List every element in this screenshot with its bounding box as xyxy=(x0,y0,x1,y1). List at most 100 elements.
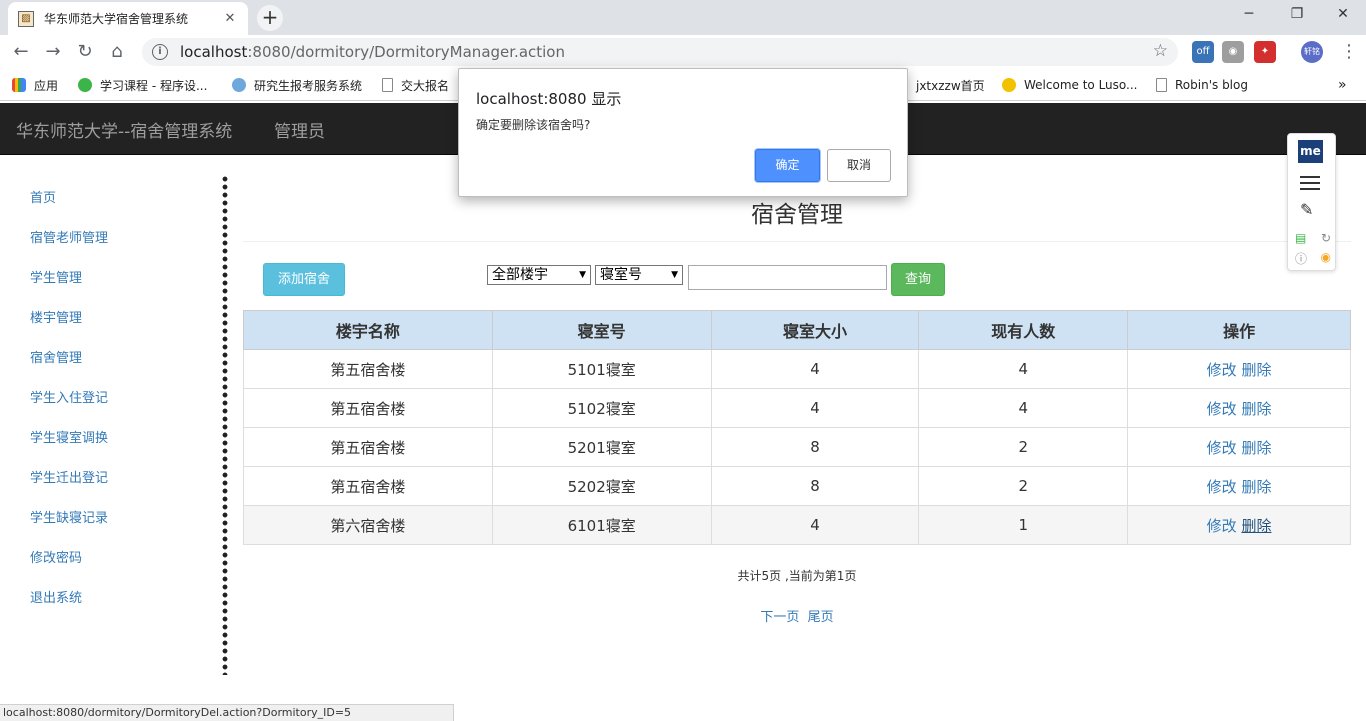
delete-link[interactable]: 删除 xyxy=(1241,361,1271,379)
site-info-icon[interactable]: i xyxy=(152,44,168,60)
header-building: 楼宇名称 xyxy=(243,310,493,350)
cast-icon[interactable]: ▤ xyxy=(1295,231,1306,245)
sidebar-item-room-change[interactable]: 学生寝室调换 xyxy=(30,427,108,446)
site-favicon-icon: ▨ xyxy=(18,10,34,27)
sidebar-item-logout[interactable]: 退出系统 xyxy=(30,587,82,606)
edit-link[interactable]: 修改 xyxy=(1207,478,1237,496)
sidebar-item-home[interactable]: 首页 xyxy=(30,187,56,206)
delete-link[interactable]: 删除 xyxy=(1241,439,1271,457)
cell-building: 第五宿舍楼 xyxy=(243,388,493,428)
building-select[interactable]: 全部楼宇 ▼ xyxy=(487,265,591,285)
bookmark-course[interactable]: 学习课程 - 程序设... xyxy=(78,76,207,94)
home-icon[interactable]: ⌂ xyxy=(104,40,130,64)
sidebar-item-checkout[interactable]: 学生迁出登记 xyxy=(30,467,108,486)
tab-close-icon[interactable]: ✕ xyxy=(222,11,238,26)
sidebar-item-dorm-teacher[interactable]: 宿管老师管理 xyxy=(30,227,108,246)
bookmark-jxtxzzw[interactable]: jxtxzzw首页 xyxy=(900,76,985,94)
edit-link[interactable]: 修改 xyxy=(1207,361,1237,379)
delete-link[interactable]: 删除 xyxy=(1241,478,1271,496)
query-button[interactable]: 查询 xyxy=(891,263,945,296)
cell-actions: 修改 删除 xyxy=(1127,505,1351,545)
cell-actions: 修改 删除 xyxy=(1127,388,1351,428)
minimize-icon[interactable]: ─ xyxy=(1226,0,1272,30)
camera-extension-icon[interactable]: ◉ xyxy=(1222,41,1244,63)
cell-current: 4 xyxy=(918,349,1129,389)
cell-current: 1 xyxy=(918,505,1129,545)
eye-icon[interactable]: ◉ xyxy=(1321,250,1331,267)
pager: 下一页 尾页 xyxy=(243,606,1351,625)
delete-link[interactable]: 删除 xyxy=(1241,517,1271,535)
pdf-extension-icon[interactable]: ✦ xyxy=(1254,41,1276,63)
bookmark-star-icon[interactable]: ☆ xyxy=(1153,41,1168,61)
bookmarks-overflow-icon[interactable]: » xyxy=(1338,76,1347,94)
table-row: 第五宿舍楼 5201寝室 8 2 修改 删除 xyxy=(243,427,1351,467)
gear-bookmark-icon xyxy=(232,78,246,92)
dormitory-table: 楼宇名称 寝室号 寝室大小 现有人数 操作 第五宿舍楼 5101寝室 4 4 修… xyxy=(243,310,1351,545)
sidebar-item-checkin[interactable]: 学生入住登记 xyxy=(30,387,108,406)
table-header-row: 楼宇名称 寝室号 寝室大小 现有人数 操作 xyxy=(243,310,1351,350)
header-actions: 操作 xyxy=(1127,310,1351,350)
alert-icon[interactable]: ⓘ xyxy=(1295,250,1307,267)
back-arrow-icon[interactable]: ← xyxy=(8,40,34,64)
sidebar-item-students[interactable]: 学生管理 xyxy=(30,267,82,286)
menu-kebab-icon[interactable]: ⋮ xyxy=(1336,40,1362,64)
address-url[interactable]: localhost:8080/dormitory/DormitoryManage… xyxy=(180,43,565,61)
bookmark-apps[interactable]: 应用 xyxy=(12,76,58,94)
bookmark-robin[interactable]: Robin's blog xyxy=(1156,76,1248,94)
window-close-icon[interactable]: ✕ xyxy=(1320,0,1366,30)
select-caret-icon: ▼ xyxy=(671,270,678,280)
header-size: 寝室大小 xyxy=(710,310,920,350)
magic-wand-icon[interactable]: ✎ xyxy=(1300,200,1313,219)
browser-tab[interactable]: ▨ 华东师范大学宿舍管理系统 ✕ xyxy=(8,2,248,35)
refresh-icon[interactable]: ↻ xyxy=(1321,231,1331,245)
browser-toolbar: ← → ↻ ⌂ i localhost:8080/dormitory/Dormi… xyxy=(0,35,1366,69)
bookmark-graduate[interactable]: 研究生报考服务系统 xyxy=(232,76,362,94)
table-row: 第五宿舍楼 5202寝室 8 2 修改 删除 xyxy=(243,466,1351,506)
address-bar[interactable]: i localhost:8080/dormitory/DormitoryMana… xyxy=(142,38,1178,66)
sidebar-item-buildings[interactable]: 楼宇管理 xyxy=(30,307,82,326)
sidebar-item-dormitories[interactable]: 宿舍管理 xyxy=(30,347,82,366)
last-page-link[interactable]: 尾页 xyxy=(808,610,834,625)
forward-arrow-icon[interactable]: → xyxy=(40,40,66,64)
new-tab-button[interactable]: + xyxy=(257,5,283,31)
cell-building: 第五宿舍楼 xyxy=(243,427,493,467)
page-info: 共计5页 ,当前为第1页 xyxy=(737,569,857,583)
app-brand[interactable]: 华东师范大学--宿舍管理系统 xyxy=(16,117,232,142)
me-extension-icon[interactable]: me xyxy=(1298,140,1323,163)
edit-link[interactable]: 修改 xyxy=(1207,400,1237,418)
hamburger-menu-icon[interactable] xyxy=(1300,176,1320,190)
confirm-cancel-button[interactable]: 取消 xyxy=(827,149,891,182)
cell-current: 2 xyxy=(918,466,1129,506)
maximize-icon[interactable]: ❐ xyxy=(1274,0,1320,30)
cell-current: 4 xyxy=(918,388,1129,428)
cell-building: 第六宿舍楼 xyxy=(243,505,493,545)
edit-link[interactable]: 修改 xyxy=(1207,439,1237,457)
extension-panel: me ✎ ▤ ↻ ⓘ ◉ xyxy=(1287,133,1336,271)
confirm-ok-button[interactable]: 确定 xyxy=(755,149,820,182)
cell-actions: 修改 删除 xyxy=(1127,427,1351,467)
sidebar-item-absence[interactable]: 学生缺寝记录 xyxy=(30,507,108,526)
bookmark-sjtu[interactable]: 交大报名 xyxy=(382,76,449,94)
extension-off-icon[interactable]: off xyxy=(1192,41,1214,63)
query-input[interactable] xyxy=(688,265,887,290)
green-bookmark-icon xyxy=(78,78,92,92)
bookmark-luso[interactable]: Welcome to Luso... xyxy=(1002,76,1137,94)
room-select[interactable]: 寝室号 ▼ xyxy=(595,265,683,285)
page-title: 宿舍管理 xyxy=(751,202,843,228)
delete-link[interactable]: 删除 xyxy=(1241,400,1271,418)
select-caret-icon: ▼ xyxy=(579,270,586,280)
cell-size: 4 xyxy=(710,505,920,545)
next-page-link[interactable]: 下一页 xyxy=(760,610,799,625)
sidebar-divider xyxy=(222,175,228,675)
edit-link[interactable]: 修改 xyxy=(1207,517,1237,535)
sidebar-item-password[interactable]: 修改密码 xyxy=(30,547,82,566)
add-dormitory-button[interactable]: 添加宿舍 xyxy=(263,263,345,296)
profile-avatar[interactable]: 轩铭 xyxy=(1301,41,1323,63)
cell-size: 8 xyxy=(710,466,920,506)
cell-size: 8 xyxy=(710,427,920,467)
reload-icon[interactable]: ↻ xyxy=(72,40,98,64)
user-role[interactable]: 管理员 xyxy=(274,117,325,142)
header-room: 寝室号 xyxy=(491,310,712,350)
table-row: 第五宿舍楼 5102寝室 4 4 修改 删除 xyxy=(243,388,1351,428)
tab-title: 华东师范大学宿舍管理系统 xyxy=(44,12,189,26)
